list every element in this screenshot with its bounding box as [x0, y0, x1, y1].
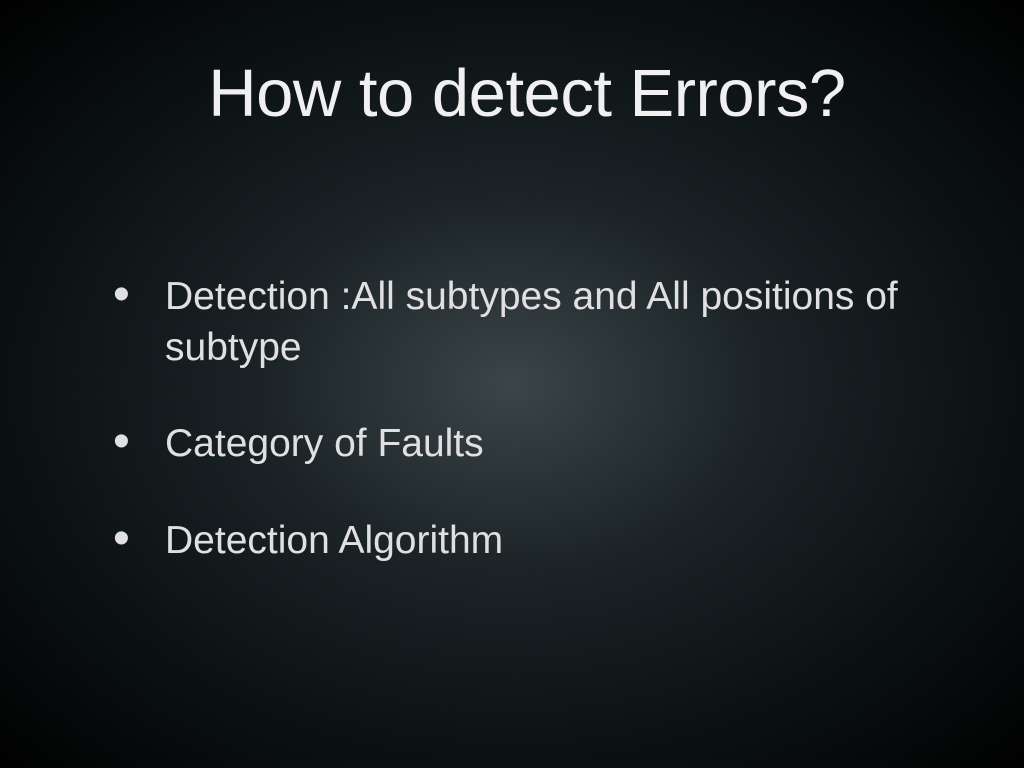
bullet-item: Category of Faults	[113, 419, 949, 470]
slide-title: How to detect Errors?	[125, 55, 929, 132]
bullet-item: Detection Algorithm	[113, 516, 949, 567]
bullet-item: Detection :All subtypes and All position…	[113, 272, 949, 373]
bullet-list: Detection :All subtypes and All position…	[75, 272, 949, 567]
slide-container: How to detect Errors? Detection :All sub…	[0, 0, 1024, 768]
